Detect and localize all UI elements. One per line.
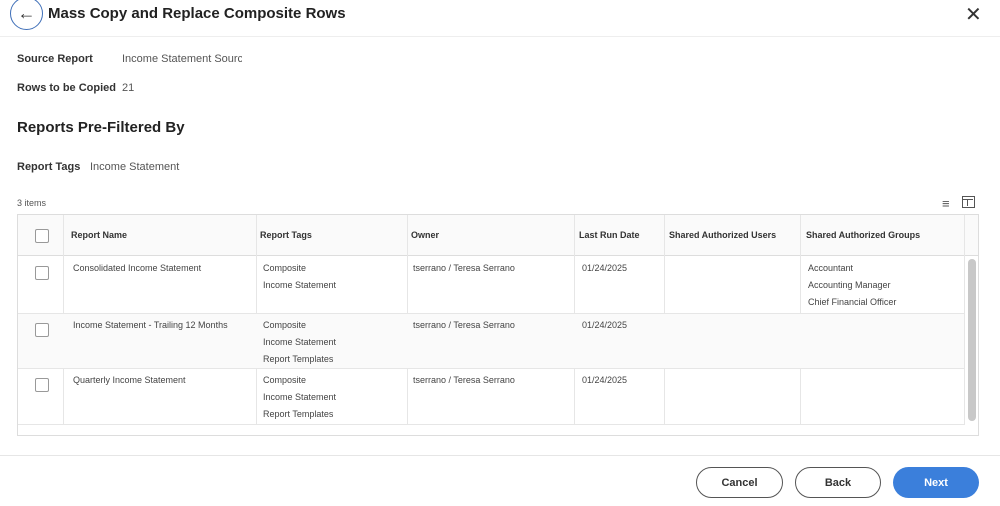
source-report-label: Source Report — [17, 53, 93, 65]
row-checkbox[interactable] — [35, 266, 49, 280]
report-tags: Composite Income Statement — [263, 263, 337, 290]
row-checkbox[interactable] — [35, 323, 49, 337]
column-header[interactable]: Shared Authorized Users — [669, 230, 776, 240]
groups: Accountant Accounting Manager Chief Financ… — [808, 263, 897, 307]
divider — [0, 36, 1000, 37]
row-checkbox[interactable] — [35, 378, 49, 392]
cancel-button[interactable]: Cancel — [696, 467, 783, 498]
source-report-value: Income Statement Sourc — [122, 53, 242, 65]
section-title: Reports Pre-Filtered By — [17, 119, 185, 136]
back-step-button[interactable]: Back — [795, 467, 881, 498]
back-button[interactable]: ← — [10, 0, 43, 30]
report-tags-value: Income Statement — [90, 161, 180, 173]
report-tags: Composite Income Statement Report Template… — [263, 320, 337, 364]
owner: tserrano / Teresa Serrano — [413, 263, 515, 273]
next-button[interactable]: Next — [893, 467, 979, 498]
arrow-left-icon: ← — [17, 3, 36, 23]
reports-table: Report Name Report Tags Owner Last Run D… — [17, 214, 979, 436]
report-name: Income Statement - Trailing 12 Months — [73, 320, 228, 330]
scrollbar[interactable] — [968, 259, 976, 421]
column-layout-icon[interactable] — [962, 196, 975, 208]
column-header[interactable]: Report Name — [71, 230, 127, 240]
divider — [0, 455, 1000, 456]
column-header[interactable]: Last Run Date — [579, 230, 640, 240]
report-name: Quarterly Income Statement — [73, 375, 186, 385]
table-row[interactable]: Consolidated Income Statement Composite I… — [18, 256, 964, 314]
close-icon[interactable]: ✕ — [965, 2, 982, 27]
item-count: 3 items — [17, 198, 47, 208]
table-header: Report Name Report Tags Owner Last Run D… — [18, 215, 978, 256]
rows-value: 21 — [122, 82, 135, 94]
page-title: Mass Copy and Replace Composite Rows — [48, 5, 346, 22]
table-row[interactable]: Quarterly Income Statement Composite Inco… — [18, 369, 964, 425]
owner: tserrano / Teresa Serrano — [413, 375, 515, 385]
last-run-date: 01/24/2025 — [582, 375, 628, 385]
table-row[interactable]: Income Statement - Trailing 12 Months Co… — [18, 314, 964, 369]
owner: tserrano / Teresa Serrano — [413, 320, 515, 330]
last-run-date: 01/24/2025 — [582, 263, 628, 273]
last-run-date: 01/24/2025 — [582, 320, 628, 330]
column-header[interactable]: Report Tags — [260, 230, 312, 240]
select-all-checkbox[interactable] — [35, 229, 49, 243]
column-header[interactable]: Owner — [411, 230, 439, 240]
rows-label: Rows to be Copied — [17, 82, 116, 94]
report-name: Consolidated Income Statement — [73, 263, 202, 273]
filter-icon[interactable]: ≡ — [942, 196, 950, 211]
report-tags: Composite Income Statement Report Template… — [263, 375, 337, 419]
column-header[interactable]: Shared Authorized Groups — [806, 230, 920, 240]
report-tags-label: Report Tags — [17, 161, 81, 173]
